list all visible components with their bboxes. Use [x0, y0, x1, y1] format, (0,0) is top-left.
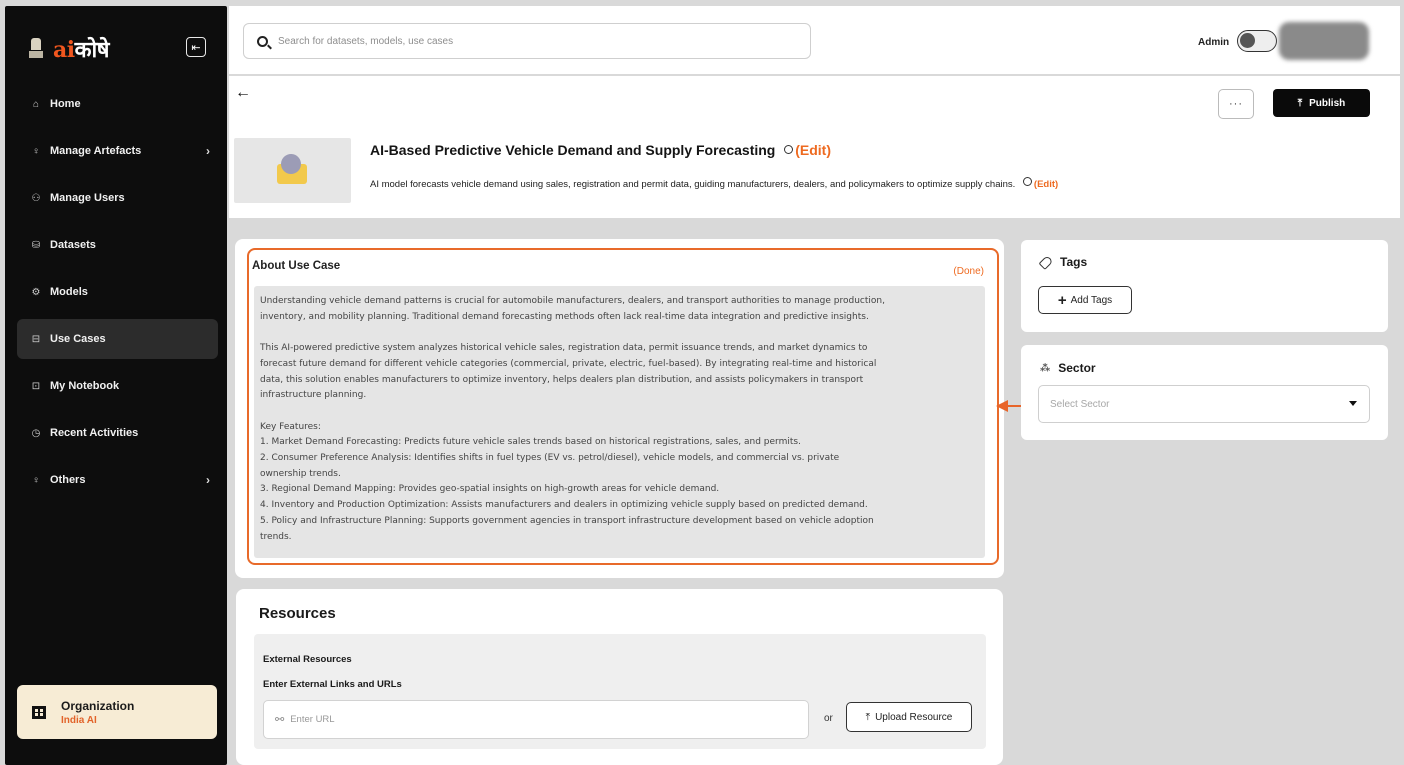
home-icon: ⌂ — [32, 98, 40, 110]
use-case-header: ← ··· ⤒ Publish AI-Based Predictive Vehi… — [229, 76, 1400, 218]
external-resources-subtitle: Enter External Links and URLs — [263, 679, 402, 690]
sector-placeholder: Select Sector — [1050, 398, 1110, 410]
admin-toggle[interactable] — [1237, 30, 1277, 52]
upload-resource-label: Upload Resource — [875, 711, 953, 723]
admin-label: Admin — [1198, 37, 1230, 48]
organization-card[interactable]: Organization India AI — [17, 685, 217, 739]
bulb-icon: ♀ — [32, 145, 40, 157]
about-title: About Use Case — [252, 260, 341, 272]
url-input[interactable] — [290, 714, 791, 725]
upload-icon: ⤒ — [865, 711, 871, 723]
sidebar-item-label: Manage Users — [50, 192, 125, 204]
sidebar-item-label: Recent Activities — [50, 427, 139, 439]
search-input[interactable] — [278, 35, 798, 47]
external-resources-title: External Resources — [263, 654, 352, 665]
sidebar-item-datasets[interactable]: ⛁ Datasets — [17, 225, 218, 265]
sidebar: aiकोषे ⇤ ⌂ Home ♀ Manage Artefacts › ⚇ Manage … — [5, 6, 227, 765]
edit-title-link[interactable]: (Edit) — [795, 142, 831, 158]
app-logo[interactable]: aiकोषे — [27, 34, 109, 64]
publish-button[interactable]: ⤒ Publish — [1273, 89, 1370, 117]
tags-title: Tags — [1060, 255, 1088, 269]
use-case-description-row: AI model forecasts vehicle demand using … — [370, 177, 1058, 190]
logo-ai-text: ai — [53, 37, 75, 63]
sidebar-item-label: Manage Artefacts — [50, 145, 142, 157]
sidebar-item-recent-activities[interactable]: ◷ Recent Activities — [17, 413, 218, 453]
search-bar[interactable] — [243, 23, 811, 59]
sidebar-item-use-cases[interactable]: ⊟ Use Cases — [17, 319, 218, 359]
external-resources-box: External Resources Enter External Links … — [254, 634, 986, 749]
upload-resource-button[interactable]: ⤒ Upload Resource — [846, 702, 972, 732]
toggle-knob — [1240, 33, 1255, 48]
resources-title: Resources — [259, 605, 336, 622]
chevron-down-icon — [1349, 401, 1357, 406]
chevron-right-icon: › — [206, 144, 210, 158]
sidebar-item-my-notebook[interactable]: ⊡ My Notebook — [17, 366, 218, 406]
sidebar-nav: ⌂ Home ♀ Manage Artefacts › ⚇ Manage Users ⛁ Dat… — [17, 84, 218, 507]
info-icon — [784, 145, 794, 154]
tags-card: Tags + Add Tags — [1021, 240, 1388, 332]
briefcase-icon: ⊟ — [31, 333, 41, 345]
users-icon: ⚇ — [31, 192, 41, 204]
sidebar-item-label: Models — [50, 286, 88, 298]
sector-title: Sector — [1058, 361, 1096, 375]
use-case-title: AI-Based Predictive Vehicle Demand and S… — [370, 142, 776, 158]
sidebar-item-label: My Notebook — [50, 380, 120, 392]
sector-card: ⁂ Sector Select Sector — [1021, 345, 1388, 440]
back-arrow-icon[interactable]: ← — [235, 84, 251, 102]
sidebar-item-models[interactable]: ⚙ Models — [17, 272, 218, 312]
more-options-button[interactable]: ··· — [1218, 89, 1254, 119]
or-label: or — [824, 713, 833, 724]
add-tags-label: Add Tags — [1070, 294, 1113, 306]
notebook-icon: ⊡ — [31, 380, 41, 392]
sidebar-item-others[interactable]: ♀ Others › — [17, 460, 218, 500]
resources-card: Resources External Resources Enter Exter… — [236, 589, 1003, 765]
sidebar-item-label: Others — [50, 474, 86, 486]
upload-icon: ⤒ — [1297, 97, 1303, 109]
about-use-case-editor: About Use Case (Done) Understanding vehi… — [247, 248, 999, 565]
edit-description-link[interactable]: (Edit) — [1034, 179, 1058, 190]
sidebar-item-manage-users[interactable]: ⚇ Manage Users — [17, 178, 218, 218]
collapse-icon: ⇤ — [191, 41, 201, 54]
top-bar: Admin — [229, 6, 1400, 74]
add-tags-button[interactable]: + Add Tags — [1038, 286, 1132, 314]
use-case-thumbnail — [234, 138, 351, 203]
done-link[interactable]: (Done) — [953, 266, 984, 277]
user-avatar[interactable] — [1279, 22, 1369, 60]
url-field[interactable]: ⚯ — [263, 700, 809, 739]
organization-name: India AI — [61, 714, 97, 726]
sidebar-item-home[interactable]: ⌂ Home — [17, 84, 218, 124]
collapse-sidebar-button[interactable]: ⇤ — [186, 37, 206, 57]
use-case-description: AI model forecasts vehicle demand using … — [370, 179, 1016, 190]
emblem-icon — [27, 38, 45, 60]
link-icon: ⚯ — [275, 714, 285, 726]
model-icon: ⚙ — [31, 286, 41, 298]
sector-icon: ⁂ — [1040, 362, 1051, 374]
about-textarea[interactable]: Understanding vehicle demand patterns is… — [254, 286, 985, 558]
sidebar-item-label: Home — [50, 98, 81, 110]
database-icon: ⛁ — [31, 239, 41, 251]
chevron-right-icon: › — [206, 473, 210, 487]
tag-icon — [1038, 254, 1054, 270]
building-icon — [31, 704, 47, 720]
sidebar-item-label: Use Cases — [50, 333, 106, 345]
logo-text: कोषे — [74, 37, 110, 63]
sidebar-item-label: Datasets — [50, 239, 96, 251]
info-icon — [1022, 177, 1032, 186]
use-case-title-row: AI-Based Predictive Vehicle Demand and S… — [370, 142, 831, 158]
search-icon — [257, 35, 268, 47]
bulb-icon: ♀ — [32, 474, 40, 486]
clock-icon: ◷ — [31, 427, 41, 439]
sector-select[interactable]: Select Sector — [1038, 385, 1370, 423]
organization-label: Organization — [61, 698, 135, 713]
sidebar-item-manage-artefacts[interactable]: ♀ Manage Artefacts › — [17, 131, 218, 171]
plus-icon: + — [1057, 291, 1067, 309]
publish-label: Publish — [1309, 97, 1346, 109]
